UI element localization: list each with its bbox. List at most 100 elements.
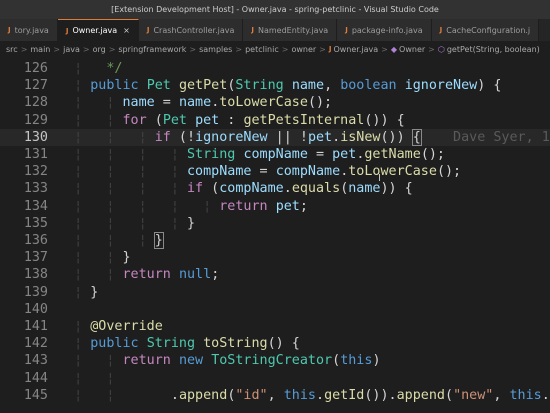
code-token: ¦ ¦ [58, 370, 123, 386]
code-line[interactable]: 135 ¦ ¦ ¦ ¦ } [0, 215, 550, 232]
line-number: 133 [23, 181, 48, 197]
code-token: @Override [90, 319, 163, 334]
code-token: String [235, 78, 284, 94]
tab-namedentity-java[interactable]: J NamedEntity.java [243, 19, 338, 41]
code-token: || ! [267, 129, 308, 145]
code-line[interactable]: 133 ¦ ¦ ¦ ¦ if (compName.equals(name)) { [0, 180, 550, 197]
code-token: ¦ [58, 319, 91, 334]
code-line[interactable]: 138 ¦ ¦ return null; [0, 266, 550, 283]
code-token: String [146, 336, 196, 352]
code-token: ¦ ¦ ¦ [58, 233, 155, 248]
tab-crashcontroller-java[interactable]: J CrashController.java [138, 19, 244, 41]
breadcrumb-item[interactable]: main [30, 45, 50, 54]
code-token: . [316, 387, 325, 403]
code-token: name [178, 95, 212, 111]
code-token: = [307, 147, 333, 162]
breadcrumb-item[interactable]: getPet(String, boolean) [447, 45, 540, 54]
code-token: append [396, 387, 445, 403]
code-token: ¦ ¦ ¦ ¦ [58, 164, 187, 180]
breadcrumb-separator: > [428, 44, 435, 54]
line-number: 132 [23, 164, 48, 180]
code-line[interactable]: 129 ¦ ¦ for (Pet pet : getPetsInternal()… [0, 112, 550, 129]
code-line[interactable]: 130 ¦ ¦ ¦ if (!ignoreNew || !pet.isNew()… [0, 128, 550, 146]
line-number: 126 [23, 61, 48, 76]
code-token: getName [364, 147, 421, 162]
breadcrumb-item[interactable]: springframework [118, 45, 186, 54]
code-token: ¦ [58, 284, 91, 300]
tab-package-info-java[interactable]: Jpackage-info.java [337, 19, 432, 41]
code-line[interactable]: 136 ¦ ¦ ¦ } [0, 232, 550, 249]
code-token: : [219, 112, 244, 128]
code-token: name [291, 78, 325, 94]
line-number: 144 [23, 370, 48, 386]
line-number: 138 [23, 267, 48, 283]
code-token: , [324, 78, 341, 94]
breadcrumb-item[interactable]: samples [199, 45, 232, 54]
code-token: ()) [380, 129, 413, 145]
line-number: 142 [23, 336, 48, 352]
breadcrumb-item[interactable]: Owner.java [333, 45, 378, 54]
code-token: ; [211, 267, 220, 283]
code-token: ignoreNew [195, 129, 268, 145]
code-line[interactable]: 132 ¦ ¦ ¦ ¦ compName = compName.toLowerC… [0, 163, 550, 180]
code-token: ) [372, 353, 381, 369]
code-line[interactable]: 139 ¦ } [0, 284, 550, 301]
breadcrumb-item[interactable]: org [93, 45, 106, 54]
tab-cacheconfiguration-j[interactable]: J CacheConfiguration.j [431, 19, 540, 41]
code-line[interactable]: 144 ¦ ¦ [0, 370, 550, 387]
code-token: new [178, 353, 204, 369]
code-token: name [348, 181, 381, 197]
breadcrumb-separator: > [381, 44, 388, 54]
close-icon[interactable]: × [123, 26, 130, 35]
code-token: public [90, 336, 139, 352]
code-line[interactable]: 140 [0, 301, 550, 318]
code-token: = [154, 95, 179, 111]
code-text: ¦ ¦ ¦ ¦ if (compName.equals(name)) { [58, 180, 413, 197]
code-token: boolean [340, 78, 397, 94]
breadcrumb-item[interactable]: Owner [399, 45, 425, 54]
java-file-icon: J [251, 26, 254, 34]
code-token: if [187, 181, 204, 197]
tab-owner-java[interactable]: J Owner.java × [57, 19, 139, 41]
breadcrumb-item[interactable]: owner [291, 45, 316, 54]
code-line[interactable]: 131 ¦ ¦ ¦ ¦ String compName = pet.getNam… [0, 146, 550, 163]
tab-tory-java[interactable]: Jtory.java [0, 19, 58, 41]
code-line[interactable]: 126 ¦ */ [0, 60, 550, 77]
tab-label: Owner.java [72, 26, 118, 35]
code-line[interactable]: 142 ¦ public String toString() { [0, 335, 550, 352]
code-editor[interactable]: I 126 ¦ */127 ¦ public Pet getPet(String… [0, 57, 550, 413]
breadcrumb-item[interactable]: src [6, 45, 18, 54]
editor-tabs: Jtory.java J Owner.java × J CrashController.j… [0, 19, 550, 41]
breadcrumb-separator: > [53, 44, 61, 54]
code-line[interactable]: 143 ¦ ¦ return new ToStringCreator(this) [0, 352, 550, 369]
code-token: (! [170, 129, 196, 145]
line-number: 143 [23, 353, 48, 369]
code-token: pet [275, 198, 300, 214]
code-line[interactable]: 141 ¦ @Override [0, 318, 550, 335]
code-line[interactable]: 134 ¦ ¦ ¦ ¦ ¦ return pet; [0, 198, 550, 215]
code-line[interactable]: 137 ¦ ¦ } [0, 249, 550, 266]
code-token: () { [267, 336, 300, 352]
code-token: for [122, 112, 147, 128]
breadcrumb-item[interactable]: java [63, 45, 80, 54]
code-token: ToStringCreator [211, 353, 333, 369]
code-token: ¦ ¦ ¦ [58, 129, 155, 145]
code-line[interactable]: 145 ¦ ¦ .append("id", this.getId()).appe… [0, 387, 550, 404]
code-line[interactable]: 127 ¦ public Pet getPet(String name, boo… [0, 77, 550, 94]
code-token: if [154, 129, 171, 145]
code-text: ¦ public String toString() { [58, 335, 300, 352]
code-token: ¦ [58, 336, 91, 352]
code-token: ¦ ¦ [58, 387, 171, 403]
bracket-match: } [153, 232, 164, 249]
code-token: ( [445, 387, 454, 403]
method-symbol-icon: ⬡ [437, 44, 445, 54]
code-token: ¦ ¦ [58, 95, 123, 111]
tab-label: NamedEntity.java [258, 25, 329, 35]
tab-label: tory.java [14, 25, 49, 35]
code-line[interactable]: 128 ¦ ¦ name = name.toLowerCase(); [0, 94, 550, 111]
breadcrumb-item[interactable]: petclinic [245, 45, 279, 54]
